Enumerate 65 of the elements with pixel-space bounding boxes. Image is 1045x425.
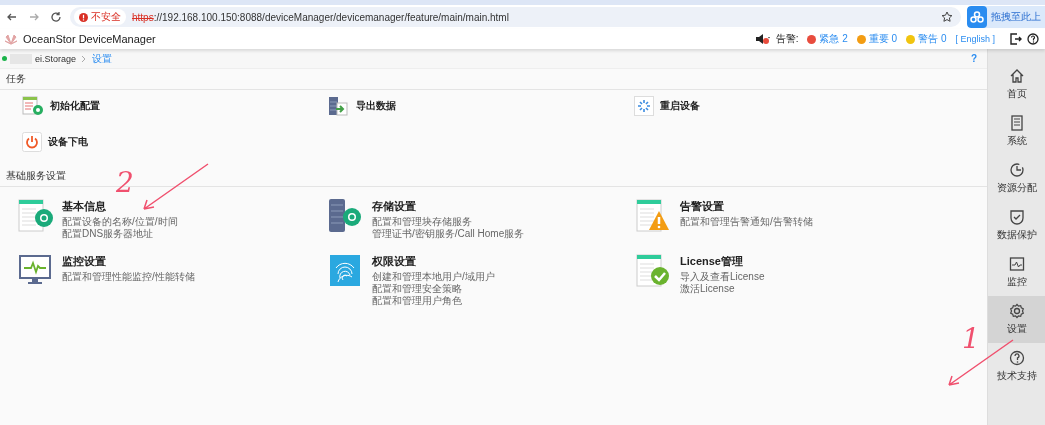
logo-icon [4, 33, 18, 45]
url-text: https://192.168.100.150:8088/deviceManager/devicemanager/feature/main/main.html [132, 11, 509, 23]
device-name[interactable]: ei.Storage [35, 53, 77, 64]
service-title-link[interactable]: 权限设置 [372, 254, 495, 269]
task-item[interactable]: 初始化配置 [22, 94, 328, 118]
service-description: 配置和管理用户角色 [372, 295, 463, 307]
service-description: 激活License [680, 283, 736, 295]
app-title: OceanStor DeviceManager [23, 33, 156, 45]
annotation-arrow [140, 162, 210, 212]
reload-icon[interactable] [48, 11, 64, 23]
chevron-icon [81, 54, 88, 63]
service-description: 创建和管理本地用户/域用户 [372, 271, 495, 283]
breadcrumb-current: 设置 [92, 51, 113, 66]
sidebar-item[interactable]: 数据保护 [988, 202, 1045, 249]
sidebar-item[interactable]: 监控 [988, 249, 1045, 296]
power-icon [22, 132, 42, 152]
shield-check-icon [1008, 209, 1025, 225]
document-icon [1008, 115, 1025, 131]
service-description: 配置DNS服务器地址 [62, 228, 155, 240]
handwritten-number: 2 [116, 166, 134, 199]
alarm-counter[interactable]: 重要 0 [856, 32, 898, 46]
task-item[interactable]: 设备下电 [22, 130, 328, 154]
sidebar-item[interactable]: 系统 [988, 108, 1045, 155]
logout-icon[interactable] [1010, 33, 1022, 45]
language-link[interactable]: [ English ] [955, 34, 995, 44]
bookmark-star-icon[interactable] [941, 11, 953, 23]
service-description: 管理证书/密钥服务/Call Home服务 [372, 228, 525, 240]
sidebar-item[interactable]: 设置 [988, 296, 1045, 343]
task-item[interactable]: 导出数据 [328, 94, 634, 118]
address-bar[interactable]: 不安全 https://192.168.100.150:8088/deviceManager/devicemanager/feature/main/main.html [70, 7, 961, 27]
warning-icon [79, 12, 88, 22]
service-description: 导入及查看License [680, 271, 765, 283]
home-icon [1008, 68, 1025, 84]
settings-icon [1008, 303, 1025, 319]
server-export-icon [328, 96, 350, 116]
pie-cycle-icon [1008, 162, 1025, 178]
service-description: 配置和管理告警通知/告警转储 [680, 216, 813, 228]
task-item[interactable]: 重启设备 [634, 94, 987, 118]
service-description: 配置设备的名称/位置/时间 [62, 216, 178, 228]
sidebar-item[interactable]: 资源分配 [988, 155, 1045, 202]
alarm-label: 告警: [775, 32, 799, 46]
cloud-circles-icon [970, 11, 984, 23]
handwritten-number: 1 [962, 322, 980, 355]
service-title-link[interactable]: License管理 [680, 254, 765, 269]
help-icon[interactable] [1027, 33, 1039, 45]
upload-extension-button[interactable]: 拖拽至此上 [967, 6, 1045, 28]
service-title-link[interactable]: 监控设置 [62, 254, 195, 269]
speaker-icon[interactable] [754, 33, 771, 45]
help-icon [1008, 350, 1025, 366]
service-title-link[interactable]: 存储设置 [372, 199, 525, 214]
service-description: 配置和管理性能监控/性能转储 [62, 271, 195, 283]
service-description: 配置和管理安全策略 [372, 283, 463, 295]
security-warning[interactable]: 不安全 [74, 9, 126, 25]
section-title: 任务 [0, 69, 987, 90]
alarm-counter[interactable]: 警告 0 [906, 32, 947, 46]
alarm-counter[interactable]: 紧急 2 [807, 32, 848, 46]
monitor-pulse-icon [1008, 256, 1025, 272]
checklist-gear-icon [22, 96, 44, 116]
service-title-link[interactable]: 基本信息 [62, 199, 178, 214]
sidebar-item[interactable]: 技术支持 [988, 343, 1045, 390]
spinner-icon [634, 96, 654, 116]
service-title-link[interactable]: 告警设置 [680, 199, 813, 214]
service-description: 配置和管理块存储服务 [372, 216, 473, 228]
status-dot [2, 56, 7, 61]
sidebar-item[interactable]: 首页 [988, 61, 1045, 108]
